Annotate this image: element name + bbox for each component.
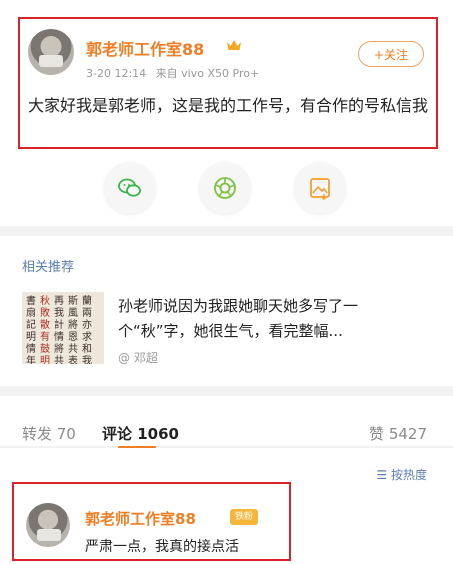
related-text[interactable]: 孙老师说因为我跟她聊天她多写了一个“秋”字，她很生气，看完整幅... <box>118 294 428 344</box>
wechat-icon <box>118 178 141 197</box>
tabs-bar: 转发 70 评论 1060 赞 5427 <box>0 396 453 449</box>
sort-label: 按热度 <box>390 468 427 482</box>
share-moments-button[interactable] <box>199 162 251 214</box>
highlight-box-post <box>18 17 438 149</box>
related-section-title: 相关推荐 <box>22 260 75 275</box>
tab-repost[interactable]: 转发 70 <box>22 423 76 444</box>
share-wechat-button[interactable] <box>104 162 156 214</box>
save-image-icon <box>310 178 330 201</box>
sort-icon: ☰ <box>376 468 391 482</box>
tab-likes[interactable]: 赞 5427 <box>369 423 427 444</box>
related-author[interactable]: @ 邓超 <box>118 349 158 366</box>
highlight-box-comment <box>12 482 291 561</box>
tab-comment[interactable]: 评论 1060 <box>102 423 179 444</box>
save-image-button[interactable] <box>294 162 346 214</box>
related-recommendation-card[interactable]: 相关推荐 書扇記明情年有後光次 秋敗散有鼓明 再我計情將共 斯風將恩共表 蘭兩亦… <box>0 236 453 386</box>
moments-icon <box>214 177 236 199</box>
sort-button[interactable]: ☰ 按热度 <box>376 466 427 483</box>
related-thumbnail[interactable]: 書扇記明情年有後光次 秋敗散有鼓明 再我計情將共 斯風將恩共表 蘭兩亦求和我 <box>22 292 104 364</box>
